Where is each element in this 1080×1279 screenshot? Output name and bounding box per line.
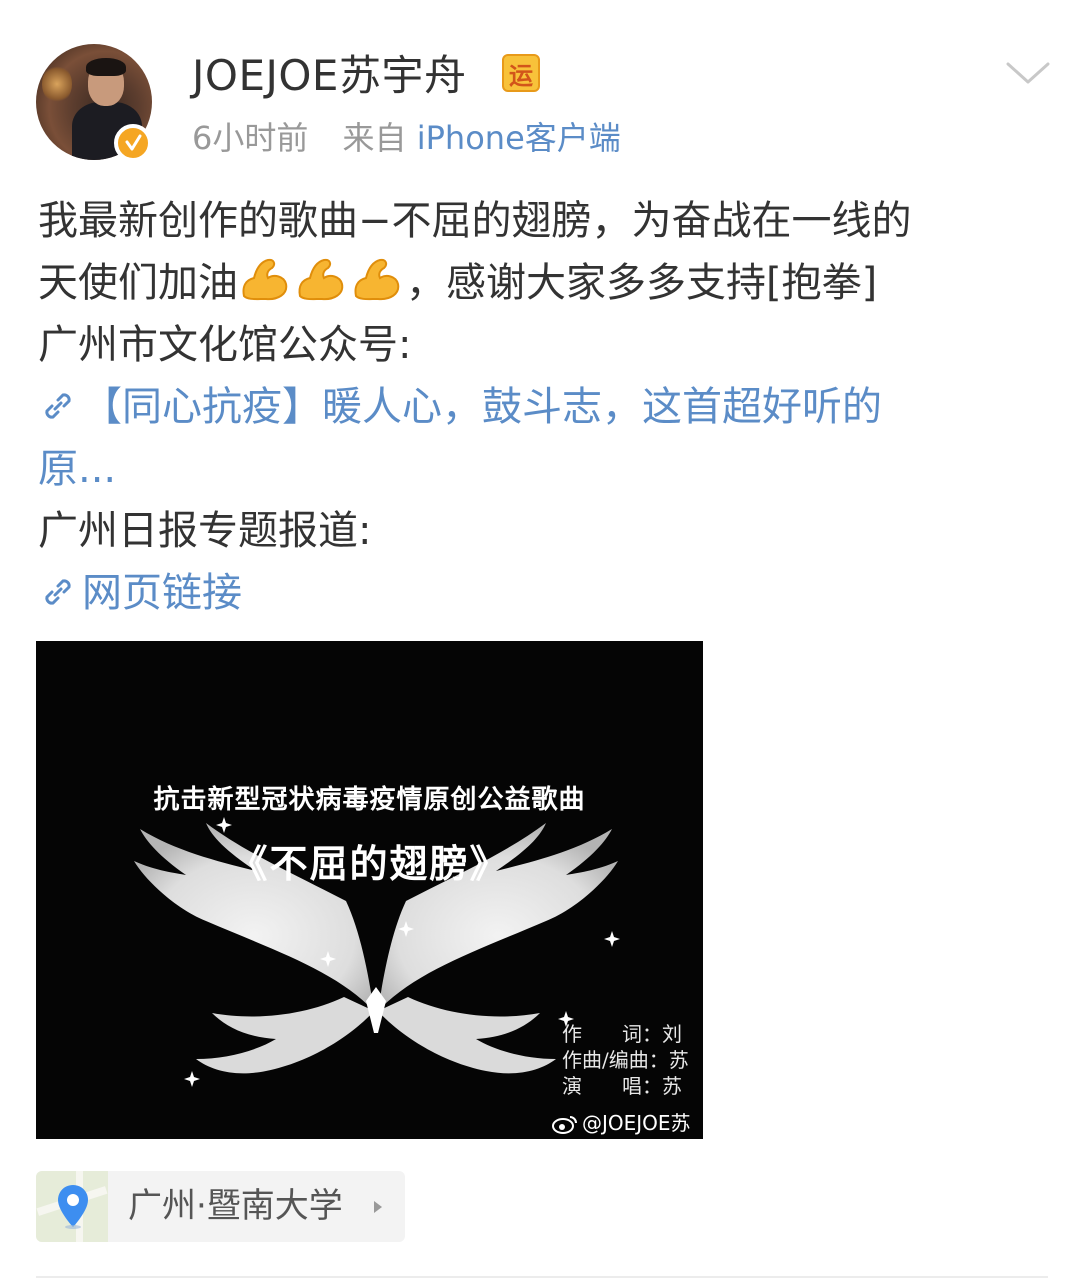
post-image[interactable]: 抗击新型冠状病毒疫情原创公益歌曲 《不屈的翅膀》 作 词：刘 作曲/编曲：苏 演…: [36, 641, 703, 1139]
post-body: 我最新创作的歌曲−不屈的翅膀，为奋战在一线的 天使们加油 ，感谢大家多多支持[抱拳…: [38, 190, 1048, 624]
web-link[interactable]: 网页链接: [38, 562, 1048, 624]
post-header: JOEJOE苏宇舟 运 6小时前 来自 iPhone客户端: [0, 0, 1080, 180]
poster-subtitle: 抗击新型冠状病毒疫情原创公益歌曲: [153, 785, 586, 815]
weibo-icon: [552, 1116, 577, 1134]
poster-watermark: @JOEJOE苏: [552, 1107, 691, 1136]
post-source-prefix: 来自: [342, 119, 407, 157]
post-text-line: 我最新创作的歌曲−不屈的翅膀，为奋战在一线的: [38, 198, 912, 244]
post-time: 6小时前: [192, 119, 309, 157]
post-text-line: 广州日报专题报道:: [38, 508, 372, 554]
username[interactable]: JOEJOE苏宇舟: [192, 50, 466, 102]
web-link-text[interactable]: 网页链接: [82, 570, 242, 616]
flexed-biceps-icon: [354, 258, 400, 301]
post-source-client[interactable]: iPhone客户端: [417, 119, 621, 157]
divider: [36, 1276, 1048, 1278]
location-label[interactable]: 广州·暨南大学: [128, 1171, 343, 1242]
credit-lyrics: 作 词：刘: [562, 1022, 682, 1046]
poster-title: 《不屈的翅膀》: [229, 841, 510, 886]
member-badge[interactable]: 运: [502, 54, 540, 92]
post-text-line: 天使们加油 ，感谢大家多多支持[抱拳]: [38, 252, 1048, 314]
post-text-line: 广州市文化馆公众号:: [38, 322, 412, 368]
post-text-segment: 天使们加油: [38, 260, 238, 306]
verified-icon: [114, 124, 152, 162]
location-tag[interactable]: 广州·暨南大学: [36, 1171, 405, 1242]
post-text-segment: ，感谢大家多多支持[抱拳]: [406, 260, 878, 306]
article-link-text[interactable]: 【同心抗疫】暖人心，鼓斗志，这首超好听的: [82, 384, 882, 430]
flexed-biceps-icon: [298, 258, 344, 301]
watermark-text: @JOEJOE苏: [582, 1111, 691, 1135]
credit-composer: 作曲/编曲：苏: [562, 1048, 689, 1072]
article-link-continued[interactable]: 原...: [38, 438, 1048, 500]
post-meta: 6小时前 来自 iPhone客户端: [192, 116, 621, 160]
arrow-right-icon: [374, 1201, 382, 1213]
poster-credits: 作 词：刘 作曲/编曲：苏 演 唱：苏: [562, 1021, 689, 1099]
credit-singer: 演 唱：苏: [562, 1074, 682, 1098]
article-link[interactable]: 【同心抗疫】暖人心，鼓斗志，这首超好听的: [38, 376, 1048, 438]
location-pin-icon: [58, 1185, 88, 1229]
link-icon: [45, 579, 71, 605]
flexed-biceps-icon: [242, 258, 288, 301]
chevron-down-icon[interactable]: [1004, 58, 1052, 88]
link-icon: [45, 393, 71, 419]
location-map-thumbnail: [36, 1171, 108, 1242]
